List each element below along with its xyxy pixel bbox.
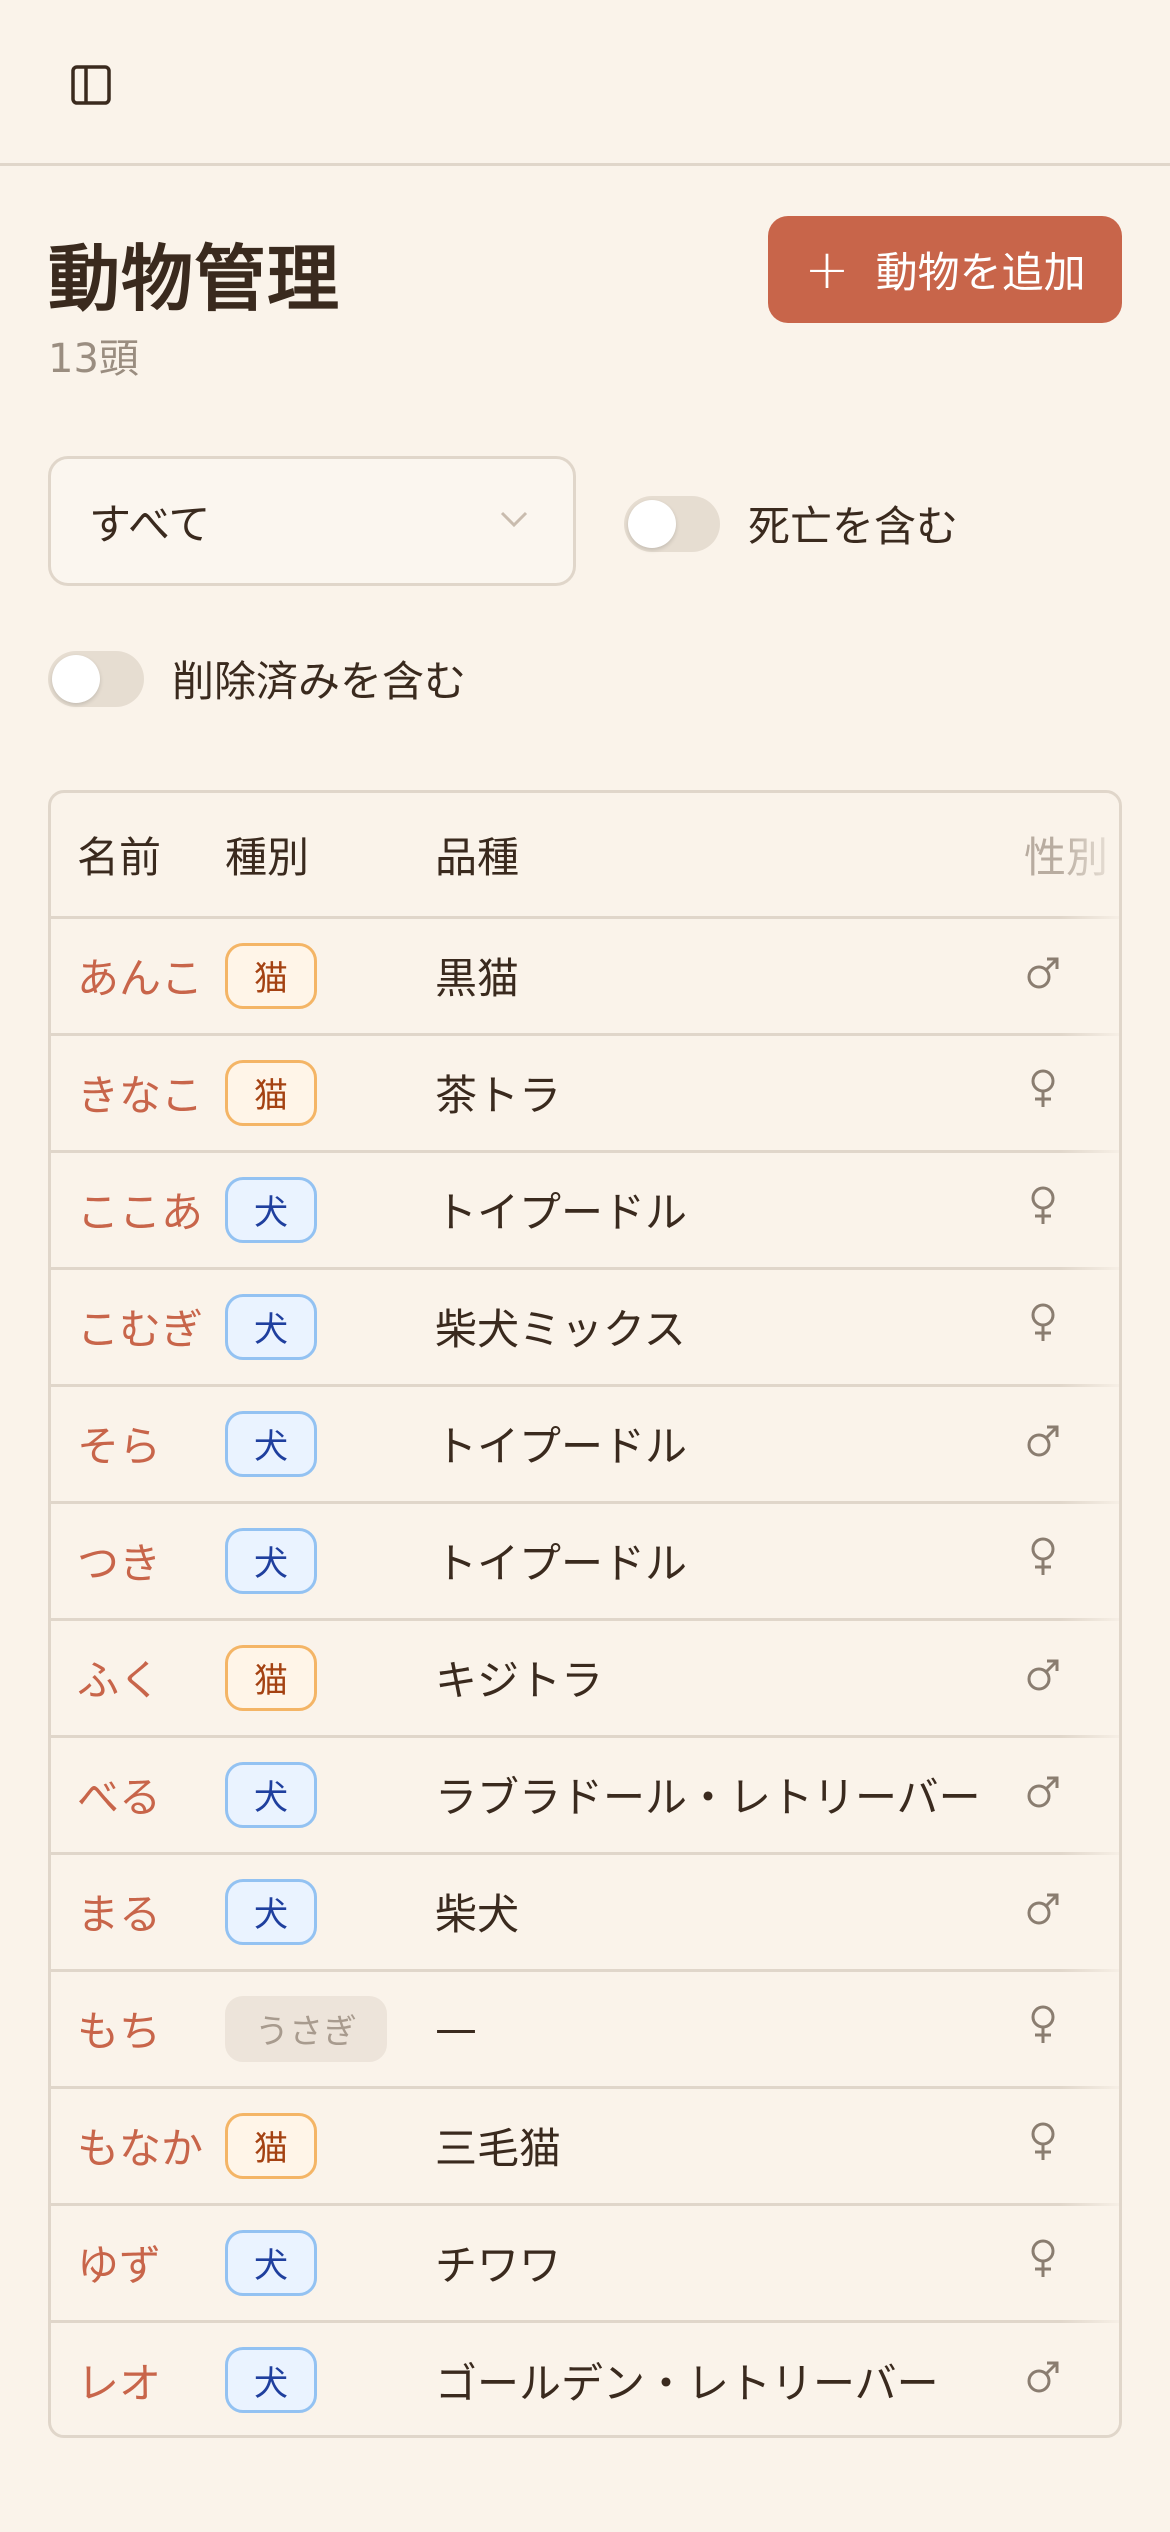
table-row[interactable]: べる 犬 ラブラドール・レトリーバー <box>51 1736 1119 1855</box>
breed-text: ゴールデン・レトリーバー <box>435 2358 939 2408</box>
table-row[interactable]: そら 犬 トイプードル <box>51 1385 1119 1504</box>
table-header-row: 名前 種別 品種 性別 <box>51 793 1119 919</box>
breed-text: 柴犬ミックス <box>435 1305 686 1354</box>
species-badge: 犬 <box>225 2347 317 2414</box>
animal-name-link[interactable]: あんこ <box>77 954 203 1003</box>
column-header-breed[interactable]: 品種 <box>435 793 1018 919</box>
male-symbol-icon <box>1024 1889 1062 1938</box>
species-filter-value: すべて <box>89 499 211 549</box>
animal-name-link[interactable]: まる <box>77 1890 161 1939</box>
species-badge: 犬 <box>225 2229 317 2296</box>
plus-icon: + <box>804 237 850 301</box>
male-symbol-icon <box>1024 953 1062 1002</box>
female-symbol-icon <box>1024 1535 1062 1587</box>
animal-name-link[interactable]: もち <box>77 2007 161 2056</box>
table-row[interactable]: きなこ猫 茶トラ <box>51 1034 1119 1153</box>
species-badge: 犬 <box>225 1878 317 1945</box>
animal-name-link[interactable]: もなか <box>77 2124 203 2173</box>
female-symbol-icon <box>1024 2120 1062 2172</box>
species-badge: 犬 <box>225 1527 317 1594</box>
include-dead-label: 死亡を含む <box>748 502 959 551</box>
female-symbol-icon <box>1024 2237 1062 2289</box>
add-animal-button[interactable]: + 動物を追加 <box>768 216 1122 323</box>
include-deleted-toggle-row: 削除済みを含む <box>48 648 466 709</box>
table-row[interactable]: レオ 犬 ゴールデン・レトリーバー <box>51 2321 1119 2435</box>
species-badge: 犬 <box>225 1761 317 1828</box>
breed-text: トイプードル <box>435 1188 688 1237</box>
animal-name-link[interactable]: ここあ <box>77 1188 203 1237</box>
top-bar <box>0 0 1170 166</box>
breed-text: — <box>435 2004 477 2053</box>
male-symbol-icon <box>1024 1772 1062 1821</box>
breed-text: キジトラ <box>435 1656 604 1705</box>
sidebar-toggle-button[interactable] <box>66 62 116 108</box>
male-symbol-icon <box>1024 1421 1062 1470</box>
breed-text: チワワ <box>435 2241 562 2290</box>
table-row[interactable]: あんこ猫 黒猫 <box>51 917 1119 1036</box>
female-symbol-icon <box>1024 1301 1062 1353</box>
breed-text: 黒猫 <box>435 954 520 1003</box>
species-badge: 犬 <box>225 1176 317 1243</box>
chevron-down-icon <box>500 511 528 528</box>
table-row[interactable]: まる 犬 柴犬 <box>51 1853 1119 1972</box>
female-symbol-icon <box>1024 2003 1062 2055</box>
include-dead-switch[interactable] <box>624 495 720 552</box>
species-badge: 犬 <box>225 1410 317 1477</box>
animal-name-link[interactable]: ふく <box>77 1656 161 1705</box>
species-filter-select[interactable]: すべて <box>48 456 576 586</box>
sidebar-panel-icon <box>71 65 111 105</box>
column-header-name[interactable]: 名前 <box>51 793 225 919</box>
species-badge: うさぎ <box>225 1995 387 2062</box>
male-symbol-icon <box>1024 2357 1062 2406</box>
breed-text: ラブラドール・レトリーバー <box>435 1773 981 1822</box>
animals-table: 名前 種別 品種 性別 あんこ猫黒猫 きなこ猫茶トラ ここあ犬トイプードル こむぎ犬柴… <box>48 790 1122 2438</box>
animal-name-link[interactable]: こむぎ <box>77 1305 203 1354</box>
animal-name-link[interactable]: レオ <box>77 2359 161 2408</box>
animal-name-link[interactable]: そら <box>77 1422 161 1471</box>
include-deleted-label: 削除済みを含む <box>172 657 467 706</box>
breed-text: 三毛猫 <box>435 2124 562 2173</box>
female-symbol-icon <box>1024 1067 1062 1119</box>
species-badge: 犬 <box>225 1293 317 1360</box>
include-deleted-switch[interactable] <box>48 650 144 707</box>
animal-name-link[interactable]: べる <box>77 1773 161 1822</box>
page-title: 動物管理 <box>48 237 341 321</box>
animal-count: 13頭 <box>48 336 139 382</box>
table-row[interactable]: ふく 猫 キジトラ <box>51 1619 1119 1738</box>
female-symbol-icon <box>1024 1184 1062 1236</box>
table-row[interactable]: もち うさぎ — <box>51 1970 1119 2089</box>
male-symbol-icon <box>1024 1655 1062 1704</box>
animal-name-link[interactable]: ゆず <box>77 2241 161 2290</box>
include-dead-toggle-row: 死亡を含む <box>624 493 958 554</box>
breed-text: トイプードル <box>435 1539 688 1588</box>
species-badge: 猫 <box>225 942 317 1009</box>
table-row[interactable]: こむぎ犬 柴犬ミックス <box>51 1268 1119 1387</box>
animal-name-link[interactable]: きなこ <box>77 1071 203 1120</box>
table-row[interactable]: もなか猫 三毛猫 <box>51 2087 1119 2206</box>
table-row[interactable]: つき 犬 トイプードル <box>51 1502 1119 1621</box>
animal-name-link[interactable]: つき <box>77 1539 161 1588</box>
table-row[interactable]: ここあ犬 トイプードル <box>51 1151 1119 1270</box>
species-badge: 猫 <box>225 1644 317 1711</box>
column-header-species[interactable]: 種別 <box>225 793 435 919</box>
breed-text: 柴犬 <box>435 1890 520 1939</box>
breed-text: 茶トラ <box>435 1071 562 1120</box>
add-animal-label: 動物を追加 <box>875 248 1086 297</box>
table-row[interactable]: ゆず 犬 チワワ <box>51 2204 1119 2323</box>
species-badge: 猫 <box>225 2112 317 2179</box>
species-badge: 猫 <box>225 1059 317 1126</box>
breed-text: トイプードル <box>435 1422 688 1471</box>
column-header-sex[interactable]: 性別 <box>1018 793 1119 919</box>
